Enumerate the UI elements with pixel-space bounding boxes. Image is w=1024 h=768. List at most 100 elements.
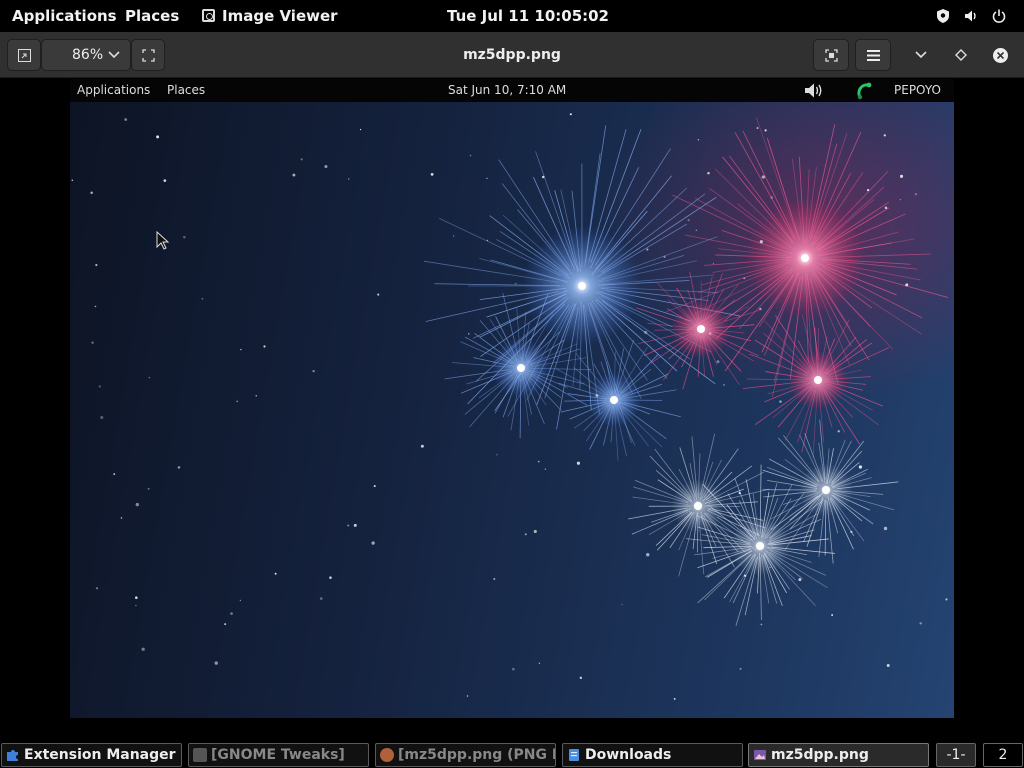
menu-icon [867, 50, 880, 61]
firework-core [694, 502, 702, 510]
star [769, 566, 771, 569]
image-canvas[interactable]: Applications Places Sat Jun 10, 7:10 AM … [0, 79, 1024, 742]
star [141, 647, 145, 651]
task-gnome-tweaks[interactable]: [GNOME Tweaks] [188, 743, 369, 767]
star [512, 667, 515, 671]
close-button[interactable] [993, 48, 1008, 63]
star [240, 348, 242, 351]
star [544, 468, 547, 470]
inner-volume-icon [805, 83, 822, 98]
firework-core [756, 542, 764, 550]
maximize-icon[interactable] [955, 49, 967, 61]
star [156, 135, 160, 139]
star [831, 614, 834, 617]
star [496, 454, 498, 456]
star [850, 530, 853, 533]
star [148, 376, 151, 379]
power-icon[interactable] [991, 8, 1007, 24]
places-menu[interactable]: Places [125, 0, 179, 32]
bottom-taskbar: Extension Manager [GNOME Tweaks] [mz5dpp… [0, 742, 1024, 768]
image-viewer-icon [754, 750, 766, 760]
main-menu-button[interactable] [855, 39, 891, 71]
workspace-2[interactable]: 2 [983, 743, 1023, 767]
star [883, 526, 888, 531]
star [646, 553, 650, 557]
star [453, 235, 455, 237]
active-app-menu[interactable]: Image Viewer [202, 0, 338, 32]
inner-applications-label: Applications [77, 83, 151, 97]
star [798, 578, 802, 582]
star [761, 175, 765, 179]
original-size-button[interactable] [813, 39, 849, 71]
volume-icon[interactable] [963, 8, 979, 24]
star [899, 174, 904, 178]
star [779, 400, 782, 403]
star [135, 604, 137, 607]
star [743, 574, 747, 577]
star [739, 667, 742, 670]
star [712, 262, 715, 265]
star [135, 502, 140, 507]
star [255, 395, 257, 397]
workspace-1[interactable]: -1- [936, 743, 976, 767]
star [644, 330, 648, 334]
minimize-icon[interactable] [915, 51, 927, 59]
task-label: mz5dpp.png [771, 747, 869, 763]
star [837, 430, 840, 433]
displayed-image: Applications Places Sat Jun 10, 7:10 AM … [70, 79, 954, 719]
star [324, 164, 328, 169]
star [95, 263, 98, 267]
window-size-icon [825, 49, 838, 62]
star [538, 662, 540, 664]
folder-icon [569, 749, 579, 761]
star [708, 332, 712, 335]
task-gimp[interactable]: [mz5dpp.png (PNG I... [375, 743, 556, 767]
star [883, 134, 886, 137]
star [263, 345, 266, 348]
star [147, 487, 150, 490]
star [163, 179, 167, 183]
star [541, 175, 545, 179]
star [770, 196, 773, 199]
star [469, 154, 472, 157]
applications-menu[interactable]: Applications [12, 0, 117, 32]
star [239, 599, 242, 602]
task-image-viewer[interactable]: mz5dpp.png [748, 743, 929, 767]
star [914, 193, 917, 196]
star [312, 369, 315, 373]
task-extension-manager[interactable]: Extension Manager [1, 743, 182, 767]
inner-network-icon [857, 82, 872, 100]
task-label: [mz5dpp.png (PNG I... [398, 747, 556, 763]
star [292, 173, 296, 177]
star [371, 541, 375, 545]
star [569, 113, 572, 116]
mouse-cursor-icon [156, 230, 170, 250]
star [113, 473, 116, 476]
star [124, 118, 128, 121]
star [673, 697, 676, 700]
top-clock[interactable]: Tue Jul 11 10:05:02 [447, 0, 609, 32]
star [716, 360, 720, 364]
star [537, 460, 540, 463]
star [91, 341, 94, 344]
star [576, 461, 580, 465]
star [466, 695, 469, 697]
inner-user-label: PEPOYO [894, 83, 941, 97]
star [696, 500, 699, 503]
star [756, 127, 759, 129]
star [886, 663, 890, 667]
task-downloads[interactable]: Downloads [562, 743, 743, 767]
star [695, 229, 697, 231]
star [90, 191, 93, 194]
top-panel: Applications Places Image Viewer Tue Jul… [0, 0, 1024, 32]
firework-core [801, 254, 809, 262]
star [595, 394, 599, 398]
star [319, 597, 323, 600]
star [300, 158, 303, 161]
star [274, 572, 277, 575]
shield-icon[interactable] [935, 8, 951, 24]
firework-core [697, 325, 705, 333]
firework-core [517, 364, 525, 372]
star [94, 305, 97, 308]
star [722, 383, 726, 386]
